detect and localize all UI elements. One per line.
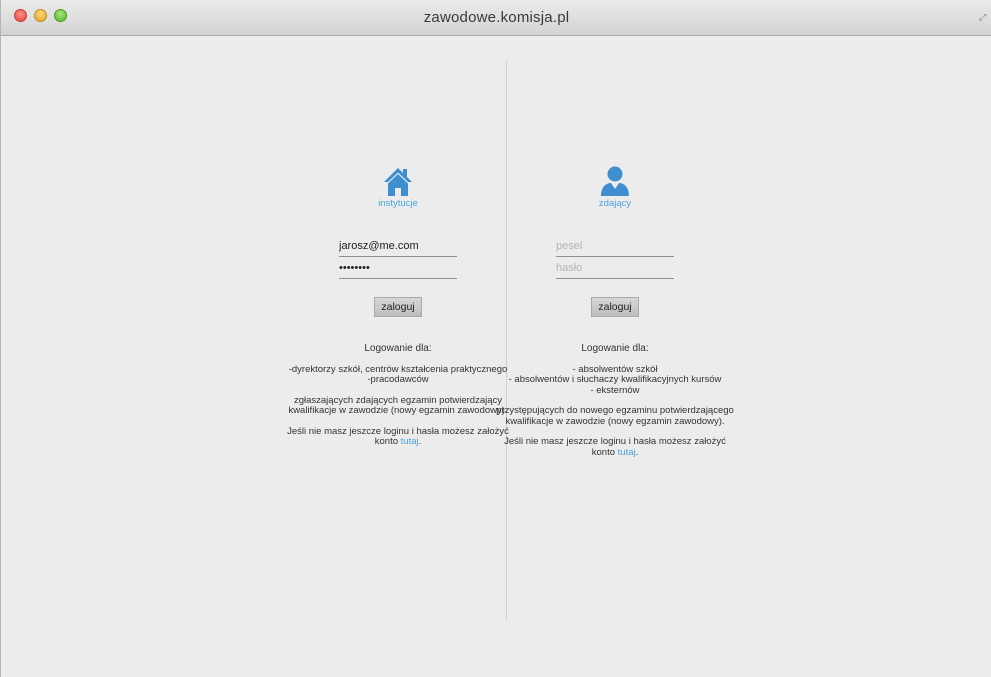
title-bar: zawodowe.komisja.pl ⤢ (1, 0, 991, 36)
window-title: zawodowe.komisja.pl (423, 9, 570, 26)
candidate-password-field[interactable] (556, 257, 674, 279)
info-description: zgłaszających zdających egzamin potwierd… (288, 394, 508, 416)
info-heading: Logowanie dla: (364, 343, 432, 354)
signup-note: Jeśli nie masz jeszcze loginu i hasła mo… (278, 425, 518, 448)
audience-list: -dyrektorzy szkół, centrów kształcenia p… (278, 363, 518, 386)
browser-window: zawodowe.komisja.pl ⤢ instytucje zaloguj (0, 0, 991, 677)
signup-end: . (635, 446, 639, 458)
audience-list: - absolwentów szkół - absolwentów i słuc… (495, 363, 735, 397)
institutions-label: instytucje (378, 198, 418, 209)
institutions-login-button[interactable]: zaloguj (374, 297, 422, 317)
house-icon (278, 165, 518, 197)
email-field[interactable] (339, 235, 457, 257)
info-heading: Logowanie dla: (581, 343, 649, 354)
pesel-field[interactable] (556, 235, 674, 257)
signup-link[interactable]: tutaj (618, 447, 636, 458)
user-icon (495, 165, 735, 197)
email-input[interactable] (339, 240, 457, 252)
pesel-input[interactable] (556, 240, 674, 252)
signup-text: Jeśli nie masz jeszcze loginu i hasła mo… (504, 436, 726, 458)
signup-text: Jeśli nie masz jeszcze loginu i hasła mo… (287, 425, 509, 447)
fullscreen-icon[interactable]: ⤢ (979, 13, 988, 22)
audience-item: - absolwentów i słuchaczy kwalifikacyjny… (508, 374, 722, 385)
signup-end: . (418, 436, 422, 447)
page-content: instytucje zaloguj Logowanie dla: -dyrek… (2, 37, 991, 677)
institutions-info: Logowanie dla: -dyrektorzy szkół, centró… (278, 343, 518, 448)
signup-note: Jeśli nie masz jeszcze loginu i hasła mo… (495, 436, 735, 458)
password-field[interactable] (339, 257, 457, 279)
candidate-password-input[interactable] (556, 262, 674, 274)
audience-item: - absolwentów szkół (572, 363, 658, 375)
candidates-panel: zdający zaloguj Logowanie dla: - absolwe… (495, 165, 735, 468)
audience-item: - eksternów (590, 384, 640, 396)
candidates-label: zdający (598, 198, 632, 209)
candidates-login-button[interactable]: zaloguj (591, 297, 639, 317)
audience-item: -pracodawców (367, 374, 429, 385)
candidates-info: Logowanie dla: - absolwentów szkół - abs… (495, 343, 735, 458)
institutions-panel: instytucje zaloguj Logowanie dla: -dyrek… (278, 165, 518, 458)
signup-link[interactable]: tutaj (401, 436, 419, 447)
audience-item: -dyrektorzy szkół, centrów kształcenia p… (288, 363, 508, 375)
password-input[interactable] (339, 262, 457, 274)
info-description: przystępujących do nowego egzaminu potwi… (496, 405, 734, 427)
